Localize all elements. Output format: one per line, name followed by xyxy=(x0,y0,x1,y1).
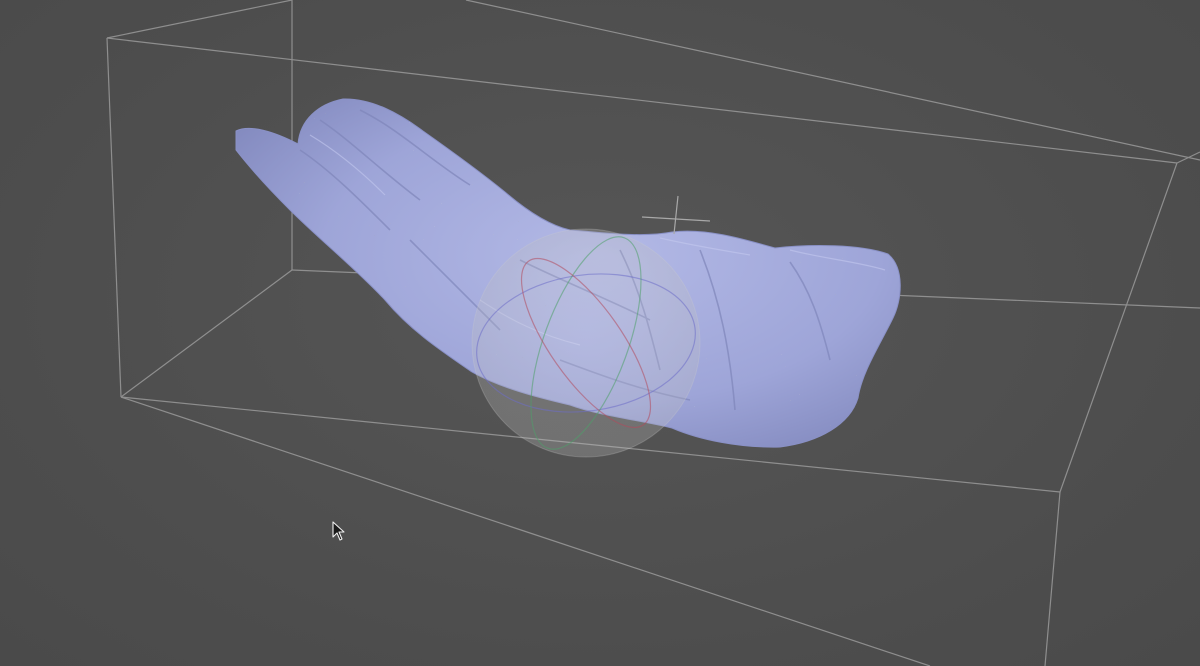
arrow-pointer-icon xyxy=(332,521,345,541)
pivot-crosshair xyxy=(641,195,711,235)
scene-canvas[interactable] xyxy=(0,0,1200,666)
3d-viewport[interactable] xyxy=(0,0,1200,666)
